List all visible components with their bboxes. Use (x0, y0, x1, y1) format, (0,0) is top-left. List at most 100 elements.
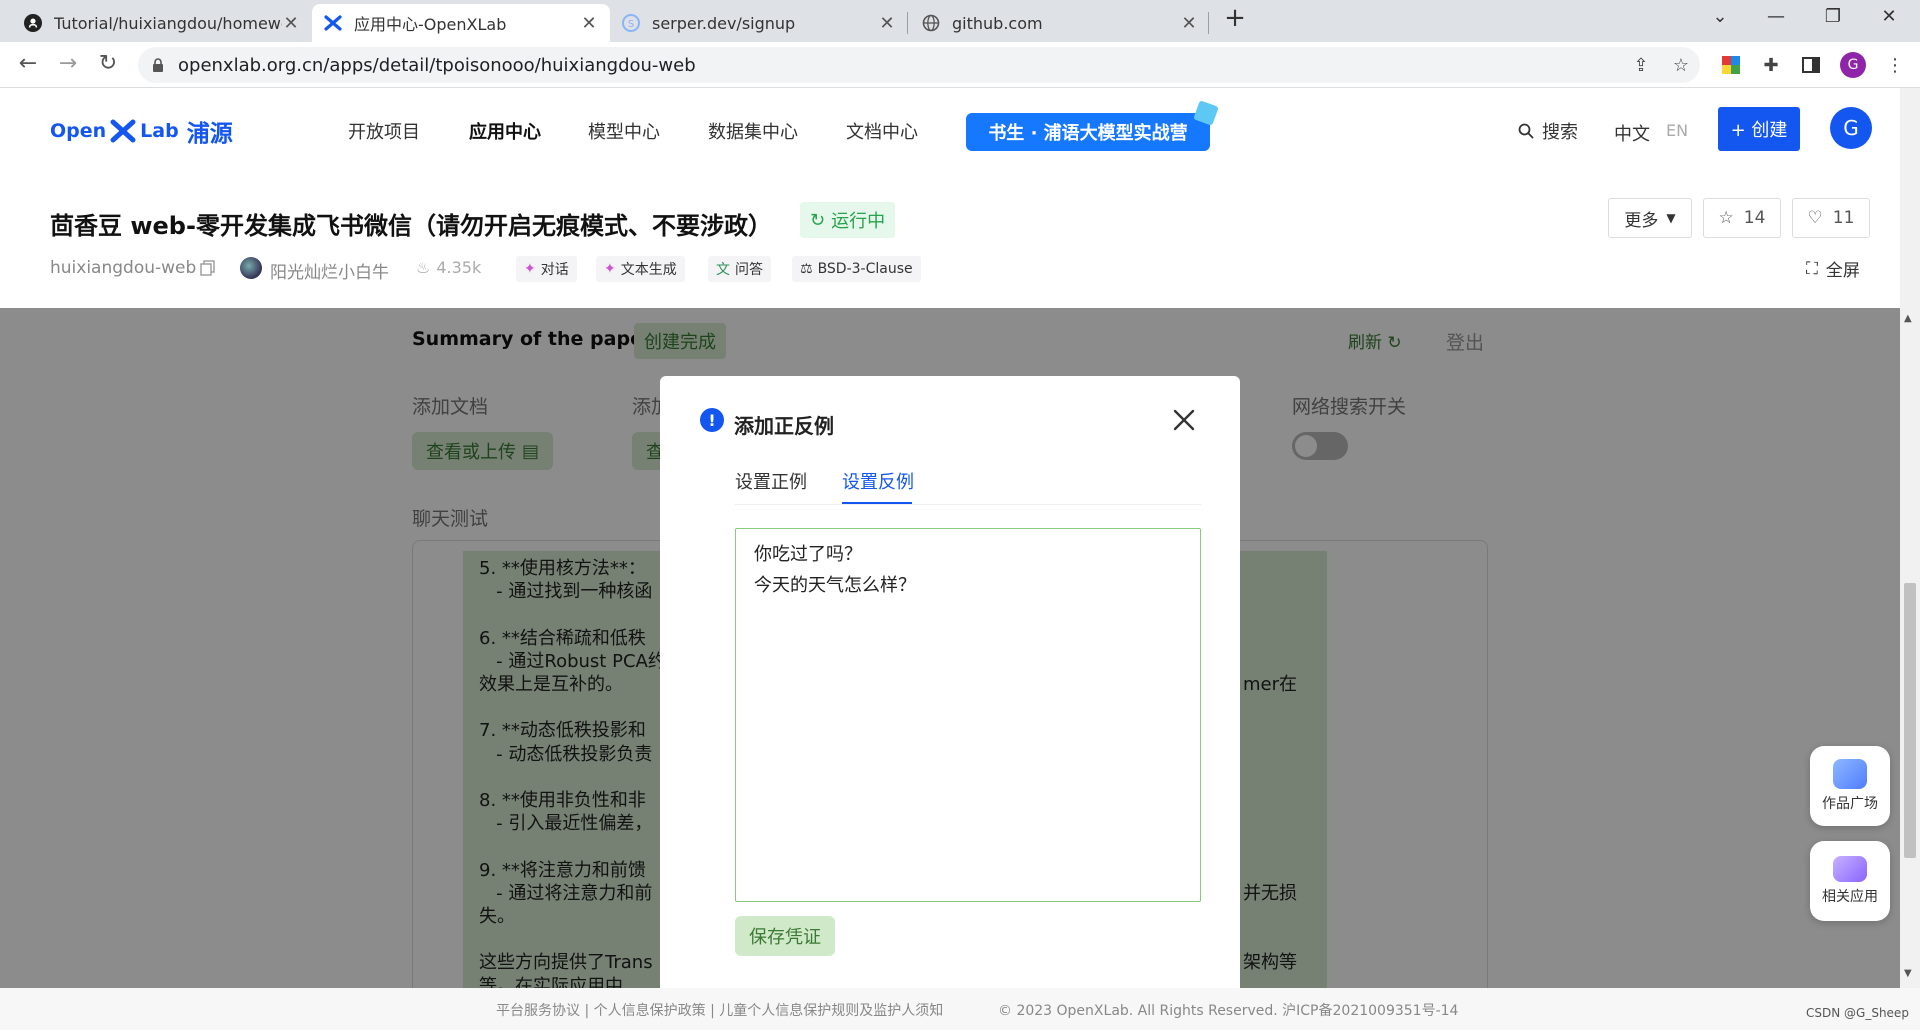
close-icon (1173, 409, 1195, 431)
page-scrollbar[interactable]: ▲ ▼ (1900, 88, 1920, 988)
search-icon (1518, 123, 1534, 139)
browser-toolbar: ← → ↻ openxlab.org.cn/apps/detail/tpoiso… (0, 42, 1920, 88)
address-bar[interactable]: openxlab.org.cn/apps/detail/tpoisonooo/h… (138, 47, 1700, 83)
user-avatar[interactable]: G (1830, 107, 1872, 149)
copy-icon[interactable] (200, 260, 216, 280)
nav-docs-center[interactable]: 文档中心 (846, 118, 918, 144)
openxlab-logo[interactable]: Open Lab 浦源 (50, 114, 233, 148)
nav-dataset-center[interactable]: 数据集中心 (708, 118, 798, 144)
like-button[interactable]: ♡ 11 (1792, 198, 1870, 238)
page-footer: 平台服务协议 | 个人信息保护政策 | 儿童个人信息保护规则及监护人须知 © 2… (0, 988, 1920, 1030)
fullscreen-button[interactable]: ⛶ 全屏 (1806, 256, 1860, 282)
fullscreen-label: 全屏 (1825, 261, 1860, 281)
save-credentials-button[interactable]: 保存凭证 (735, 916, 835, 956)
tag-label: 文本生成 (620, 262, 677, 278)
reload-button[interactable]: ↻ (94, 51, 122, 76)
tab-title: github.com (952, 13, 1043, 33)
maximize-button[interactable]: ❐ (1818, 6, 1848, 27)
tabs-divider (735, 504, 1201, 505)
negative-examples-textarea[interactable] (735, 528, 1201, 902)
close-icon[interactable]: ✕ (580, 13, 598, 34)
browser-tab-strip: Tutorial/huixiangdou/homewo ✕ 应用中心-OpenX… (0, 0, 1920, 42)
tag-chat[interactable]: ✦ 对话 (516, 256, 577, 282)
app-title: 茴香豆 web-零开发集成飞书微信（请勿开启无痕模式、不要涉政） (50, 212, 772, 240)
nav-model-center[interactable]: 模型中心 (588, 118, 660, 144)
tab-separator (1208, 12, 1209, 34)
nav-open-projects[interactable]: 开放项目 (348, 118, 420, 144)
openxlab-icon (324, 14, 342, 32)
tag-label: BSD-3-Clause (817, 261, 913, 277)
tab-title: Tutorial/huixiangdou/homewo (54, 13, 282, 33)
related-apps-button[interactable]: 相关应用 (1810, 841, 1890, 921)
fullscreen-icon: ⛶ (1806, 258, 1818, 279)
search-button[interactable]: 搜索 (1518, 118, 1578, 144)
tab-separator (907, 12, 908, 34)
more-dropdown[interactable]: 更多 ▼ (1608, 198, 1692, 238)
dialog-title: 添加正反例 (734, 414, 834, 438)
create-button[interactable]: + 创建 (1718, 107, 1800, 151)
tag-label: 对话 (540, 262, 569, 278)
tab-serper[interactable]: S serper.dev/signup ✕ (610, 4, 908, 42)
camp-banner[interactable]: 书生 · 浦语大模型实战营 (966, 113, 1210, 151)
star-count: 14 (1743, 208, 1766, 228)
tab-openxlab[interactable]: 应用中心-OpenXLab ✕ (312, 4, 610, 42)
kebab-menu-icon[interactable]: ⋮ (1884, 54, 1906, 76)
status-text: 运行中 (831, 211, 886, 232)
logo-open: Open (50, 120, 107, 142)
new-tab-button[interactable]: + (1220, 3, 1250, 33)
tab-github-tutorial[interactable]: Tutorial/huixiangdou/homewo ✕ (12, 4, 312, 42)
scroll-down-arrow[interactable]: ▼ (1904, 968, 1916, 979)
author-name[interactable]: 阳光灿烂小白牛 (270, 258, 389, 283)
app-info-header: 茴香豆 web-零开发集成飞书微信（请勿开启无痕模式、不要涉政） ↻ 运行中 h… (0, 170, 1900, 308)
close-dialog-button[interactable] (1168, 404, 1200, 436)
extensions-puzzle-icon[interactable]: ✚ (1760, 54, 1782, 76)
tab-github-com[interactable]: github.com ✕ (910, 4, 1210, 42)
lang-en[interactable]: EN (1666, 121, 1688, 140)
svg-text:S: S (628, 19, 634, 30)
back-button[interactable]: ← (14, 51, 42, 76)
tab-positive-examples[interactable]: 设置正例 (735, 468, 807, 494)
watermark: CSDN @G_Sheep (1806, 1006, 1909, 1020)
extension-colorful-icon[interactable] (1720, 54, 1742, 76)
gallery-button[interactable]: 作品广场 (1810, 746, 1890, 826)
tag-text-generation[interactable]: ✦ 文本生成 (596, 256, 685, 282)
lang-zh[interactable]: 中文 (1614, 120, 1650, 146)
url-text: openxlab.org.cn/apps/detail/tpoisonooo/h… (178, 54, 696, 76)
side-panel-icon[interactable] (1800, 54, 1822, 76)
minimize-button[interactable]: — (1761, 6, 1791, 27)
gallery-label: 作品广场 (1822, 796, 1878, 812)
forward-button[interactable]: → (54, 51, 82, 76)
fire-icon: ♨ (416, 258, 431, 277)
tag-license[interactable]: ⚖ BSD-3-Clause (792, 256, 921, 282)
view-count-value: 4.35k (436, 258, 482, 277)
author-avatar[interactable] (240, 257, 262, 279)
tab-search-button[interactable]: ⌄ (1705, 6, 1735, 27)
tag-qa[interactable]: 文问答 (708, 256, 771, 282)
footer-links[interactable]: 平台服务协议 | 个人信息保护政策 | 儿童个人信息保护规则及监护人须知 (496, 1000, 943, 1020)
tab-negative-examples[interactable]: 设置反例 (842, 468, 914, 494)
star-button[interactable]: ☆ 14 (1703, 198, 1781, 238)
bookmark-star-icon[interactable]: ☆ (1670, 54, 1692, 76)
nav-app-center[interactable]: 应用中心 (469, 118, 541, 144)
github-icon (24, 14, 42, 32)
close-icon[interactable]: ✕ (1180, 13, 1198, 34)
profile-avatar[interactable]: G (1840, 52, 1866, 78)
running-icon: ↻ (810, 209, 826, 231)
scroll-up-arrow[interactable]: ▲ (1904, 313, 1916, 324)
tag-label: 问答 (735, 262, 763, 278)
window-close-button[interactable]: ✕ (1874, 6, 1904, 27)
info-icon: ! (700, 408, 724, 432)
close-icon[interactable]: ✕ (282, 13, 300, 34)
globe-icon (922, 14, 940, 32)
tab-title: 应用中心-OpenXLab (354, 15, 507, 34)
like-count: 11 (1832, 208, 1855, 228)
scrollbar-thumb[interactable] (1904, 583, 1916, 858)
search-label: 搜索 (1542, 122, 1578, 143)
related-apps-icon (1833, 856, 1867, 882)
tab-title: serper.dev/signup (652, 13, 796, 33)
share-icon[interactable]: ⇪ (1630, 54, 1652, 76)
gallery-icon (1833, 759, 1867, 789)
active-tab-indicator (842, 502, 912, 504)
close-icon[interactable]: ✕ (878, 13, 896, 34)
site-header: Open Lab 浦源 开放项目 应用中心 模型中心 数据集中心 文档中心 书生… (0, 88, 1920, 170)
